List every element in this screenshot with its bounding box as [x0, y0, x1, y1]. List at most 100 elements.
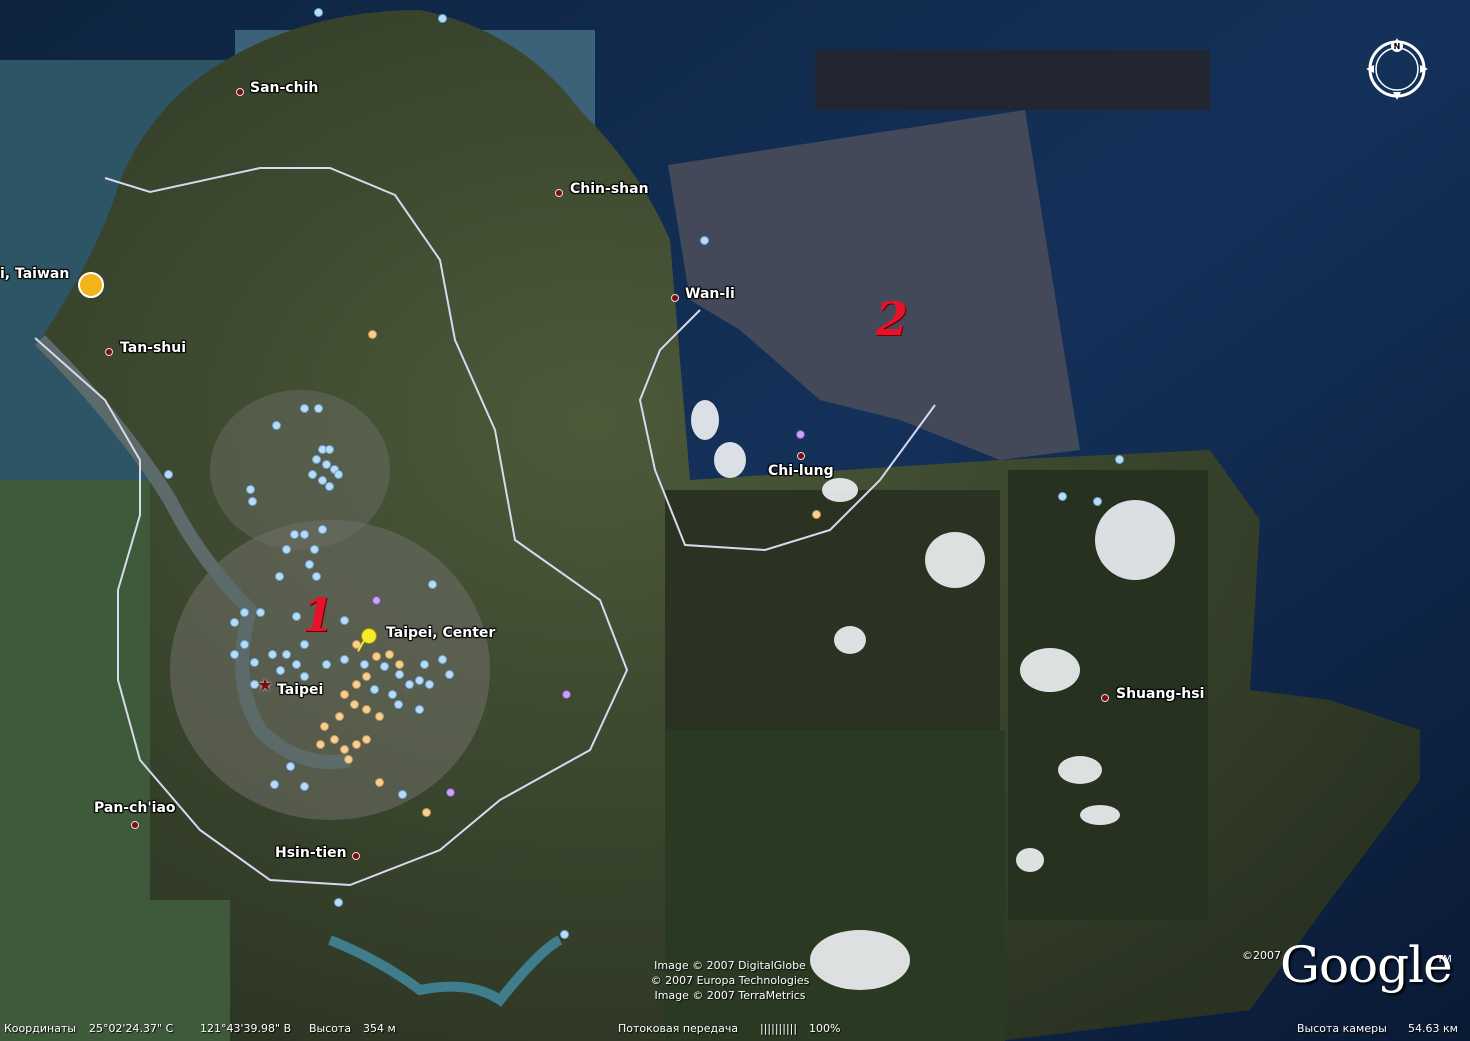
blue-marker-icon[interactable]: [305, 560, 314, 569]
blue-marker-icon[interactable]: [560, 930, 569, 939]
blue-marker-icon[interactable]: [272, 421, 281, 430]
orange-marker-icon[interactable]: [362, 705, 371, 714]
place-label-taipei[interactable]: Taipei: [277, 682, 323, 698]
place-label-taiwan[interactable]: i, Taiwan: [0, 266, 69, 282]
blue-marker-icon[interactable]: [290, 530, 299, 539]
blue-marker-icon[interactable]: [398, 790, 407, 799]
orange-marker-icon[interactable]: [422, 808, 431, 817]
orange-marker-icon[interactable]: [352, 680, 361, 689]
place-label-wan-li[interactable]: Wan-li: [685, 286, 735, 302]
blue-marker-icon[interactable]: [256, 608, 265, 617]
blue-marker-icon[interactable]: [420, 660, 429, 669]
blue-marker-icon[interactable]: [415, 705, 424, 714]
blue-marker-icon[interactable]: [325, 482, 334, 491]
blue-marker-icon[interactable]: [282, 650, 291, 659]
orange-marker-icon[interactable]: [344, 755, 353, 764]
purple-marker-icon[interactable]: [372, 596, 381, 605]
place-label-taipei-center[interactable]: Taipei, Center: [386, 625, 495, 641]
orange-marker-icon[interactable]: [385, 650, 394, 659]
blue-marker-icon[interactable]: [270, 780, 279, 789]
blue-marker-icon[interactable]: [246, 485, 255, 494]
blue-marker-icon[interactable]: [334, 470, 343, 479]
blue-marker-icon[interactable]: [415, 676, 424, 685]
blue-marker-icon[interactable]: [300, 782, 309, 791]
place-label-tan-shui[interactable]: Tan-shui: [120, 340, 186, 356]
place-marker-shuang-hsi[interactable]: [1101, 694, 1109, 702]
blue-marker-icon[interactable]: [405, 680, 414, 689]
place-label-hsin-tien[interactable]: Hsin-tien: [275, 845, 347, 861]
orange-marker-icon[interactable]: [375, 778, 384, 787]
orange-marker-icon[interactable]: [395, 660, 404, 669]
place-marker-chin-shan[interactable]: [555, 189, 563, 197]
place-marker-wan-li[interactable]: [671, 294, 679, 302]
blue-marker-icon[interactable]: [340, 616, 349, 625]
blue-marker-icon[interactable]: [1058, 492, 1067, 501]
blue-marker-icon[interactable]: [700, 236, 709, 245]
blue-marker-icon[interactable]: [230, 618, 239, 627]
blue-marker-icon[interactable]: [286, 762, 295, 771]
blue-marker-icon[interactable]: [300, 404, 309, 413]
blue-marker-icon[interactable]: [312, 572, 321, 581]
blue-marker-icon[interactable]: [445, 670, 454, 679]
orange-marker-icon[interactable]: [368, 330, 377, 339]
blue-marker-icon[interactable]: [314, 404, 323, 413]
blue-marker-icon[interactable]: [334, 898, 343, 907]
place-label-shuang-hsi[interactable]: Shuang-hsi: [1116, 686, 1204, 702]
orange-marker-icon[interactable]: [316, 740, 325, 749]
blue-marker-icon[interactable]: [312, 455, 321, 464]
orange-marker-icon[interactable]: [362, 735, 371, 744]
blue-marker-icon[interactable]: [164, 470, 173, 479]
blue-marker-icon[interactable]: [322, 660, 331, 669]
blue-marker-icon[interactable]: [282, 545, 291, 554]
orange-marker-icon[interactable]: [330, 735, 339, 744]
blue-marker-icon[interactable]: [438, 655, 447, 664]
blue-marker-icon[interactable]: [308, 470, 317, 479]
blue-marker-icon[interactable]: [300, 672, 309, 681]
purple-marker-icon[interactable]: [796, 430, 805, 439]
placemark-balloon-icon[interactable]: [78, 272, 104, 298]
blue-marker-icon[interactable]: [240, 608, 249, 617]
place-label-chin-shan[interactable]: Chin-shan: [570, 181, 649, 197]
orange-marker-icon[interactable]: [335, 712, 344, 721]
blue-marker-icon[interactable]: [380, 662, 389, 671]
blue-marker-icon[interactable]: [292, 660, 301, 669]
purple-marker-icon[interactable]: [446, 788, 455, 797]
blue-marker-icon[interactable]: [268, 650, 277, 659]
place-marker-pan-chiao[interactable]: [131, 821, 139, 829]
blue-marker-icon[interactable]: [318, 525, 327, 534]
capital-star-icon[interactable]: ★: [257, 675, 273, 696]
blue-marker-icon[interactable]: [360, 660, 369, 669]
blue-marker-icon[interactable]: [425, 680, 434, 689]
orange-marker-icon[interactable]: [375, 712, 384, 721]
orange-marker-icon[interactable]: [372, 652, 381, 661]
orange-marker-icon[interactable]: [352, 740, 361, 749]
orange-marker-icon[interactable]: [340, 745, 349, 754]
orange-marker-icon[interactable]: [340, 690, 349, 699]
blue-marker-icon[interactable]: [1115, 455, 1124, 464]
orange-marker-icon[interactable]: [350, 700, 359, 709]
place-marker-tan-shui[interactable]: [105, 348, 113, 356]
place-marker-hsin-tien[interactable]: [352, 852, 360, 860]
blue-marker-icon[interactable]: [395, 670, 404, 679]
orange-marker-icon[interactable]: [320, 722, 329, 731]
orange-marker-icon[interactable]: [362, 672, 371, 681]
purple-marker-icon[interactable]: [562, 690, 571, 699]
blue-marker-icon[interactable]: [314, 8, 323, 17]
place-label-san-chih[interactable]: San-chih: [250, 80, 318, 96]
blue-marker-icon[interactable]: [340, 655, 349, 664]
blue-marker-icon[interactable]: [1093, 497, 1102, 506]
blue-marker-icon[interactable]: [438, 14, 447, 23]
blue-marker-icon[interactable]: [276, 666, 285, 675]
blue-marker-icon[interactable]: [325, 445, 334, 454]
place-marker-san-chih[interactable]: [236, 88, 244, 96]
blue-marker-icon[interactable]: [250, 658, 259, 667]
blue-marker-icon[interactable]: [292, 612, 301, 621]
place-label-chi-lung[interactable]: Chi-lung: [768, 463, 834, 479]
blue-marker-icon[interactable]: [310, 545, 319, 554]
blue-marker-icon[interactable]: [230, 650, 239, 659]
blue-marker-icon[interactable]: [275, 572, 284, 581]
blue-marker-icon[interactable]: [428, 580, 437, 589]
blue-marker-icon[interactable]: [248, 497, 257, 506]
compass-icon[interactable]: N: [1364, 36, 1430, 102]
place-marker-chi-lung[interactable]: [797, 452, 805, 460]
